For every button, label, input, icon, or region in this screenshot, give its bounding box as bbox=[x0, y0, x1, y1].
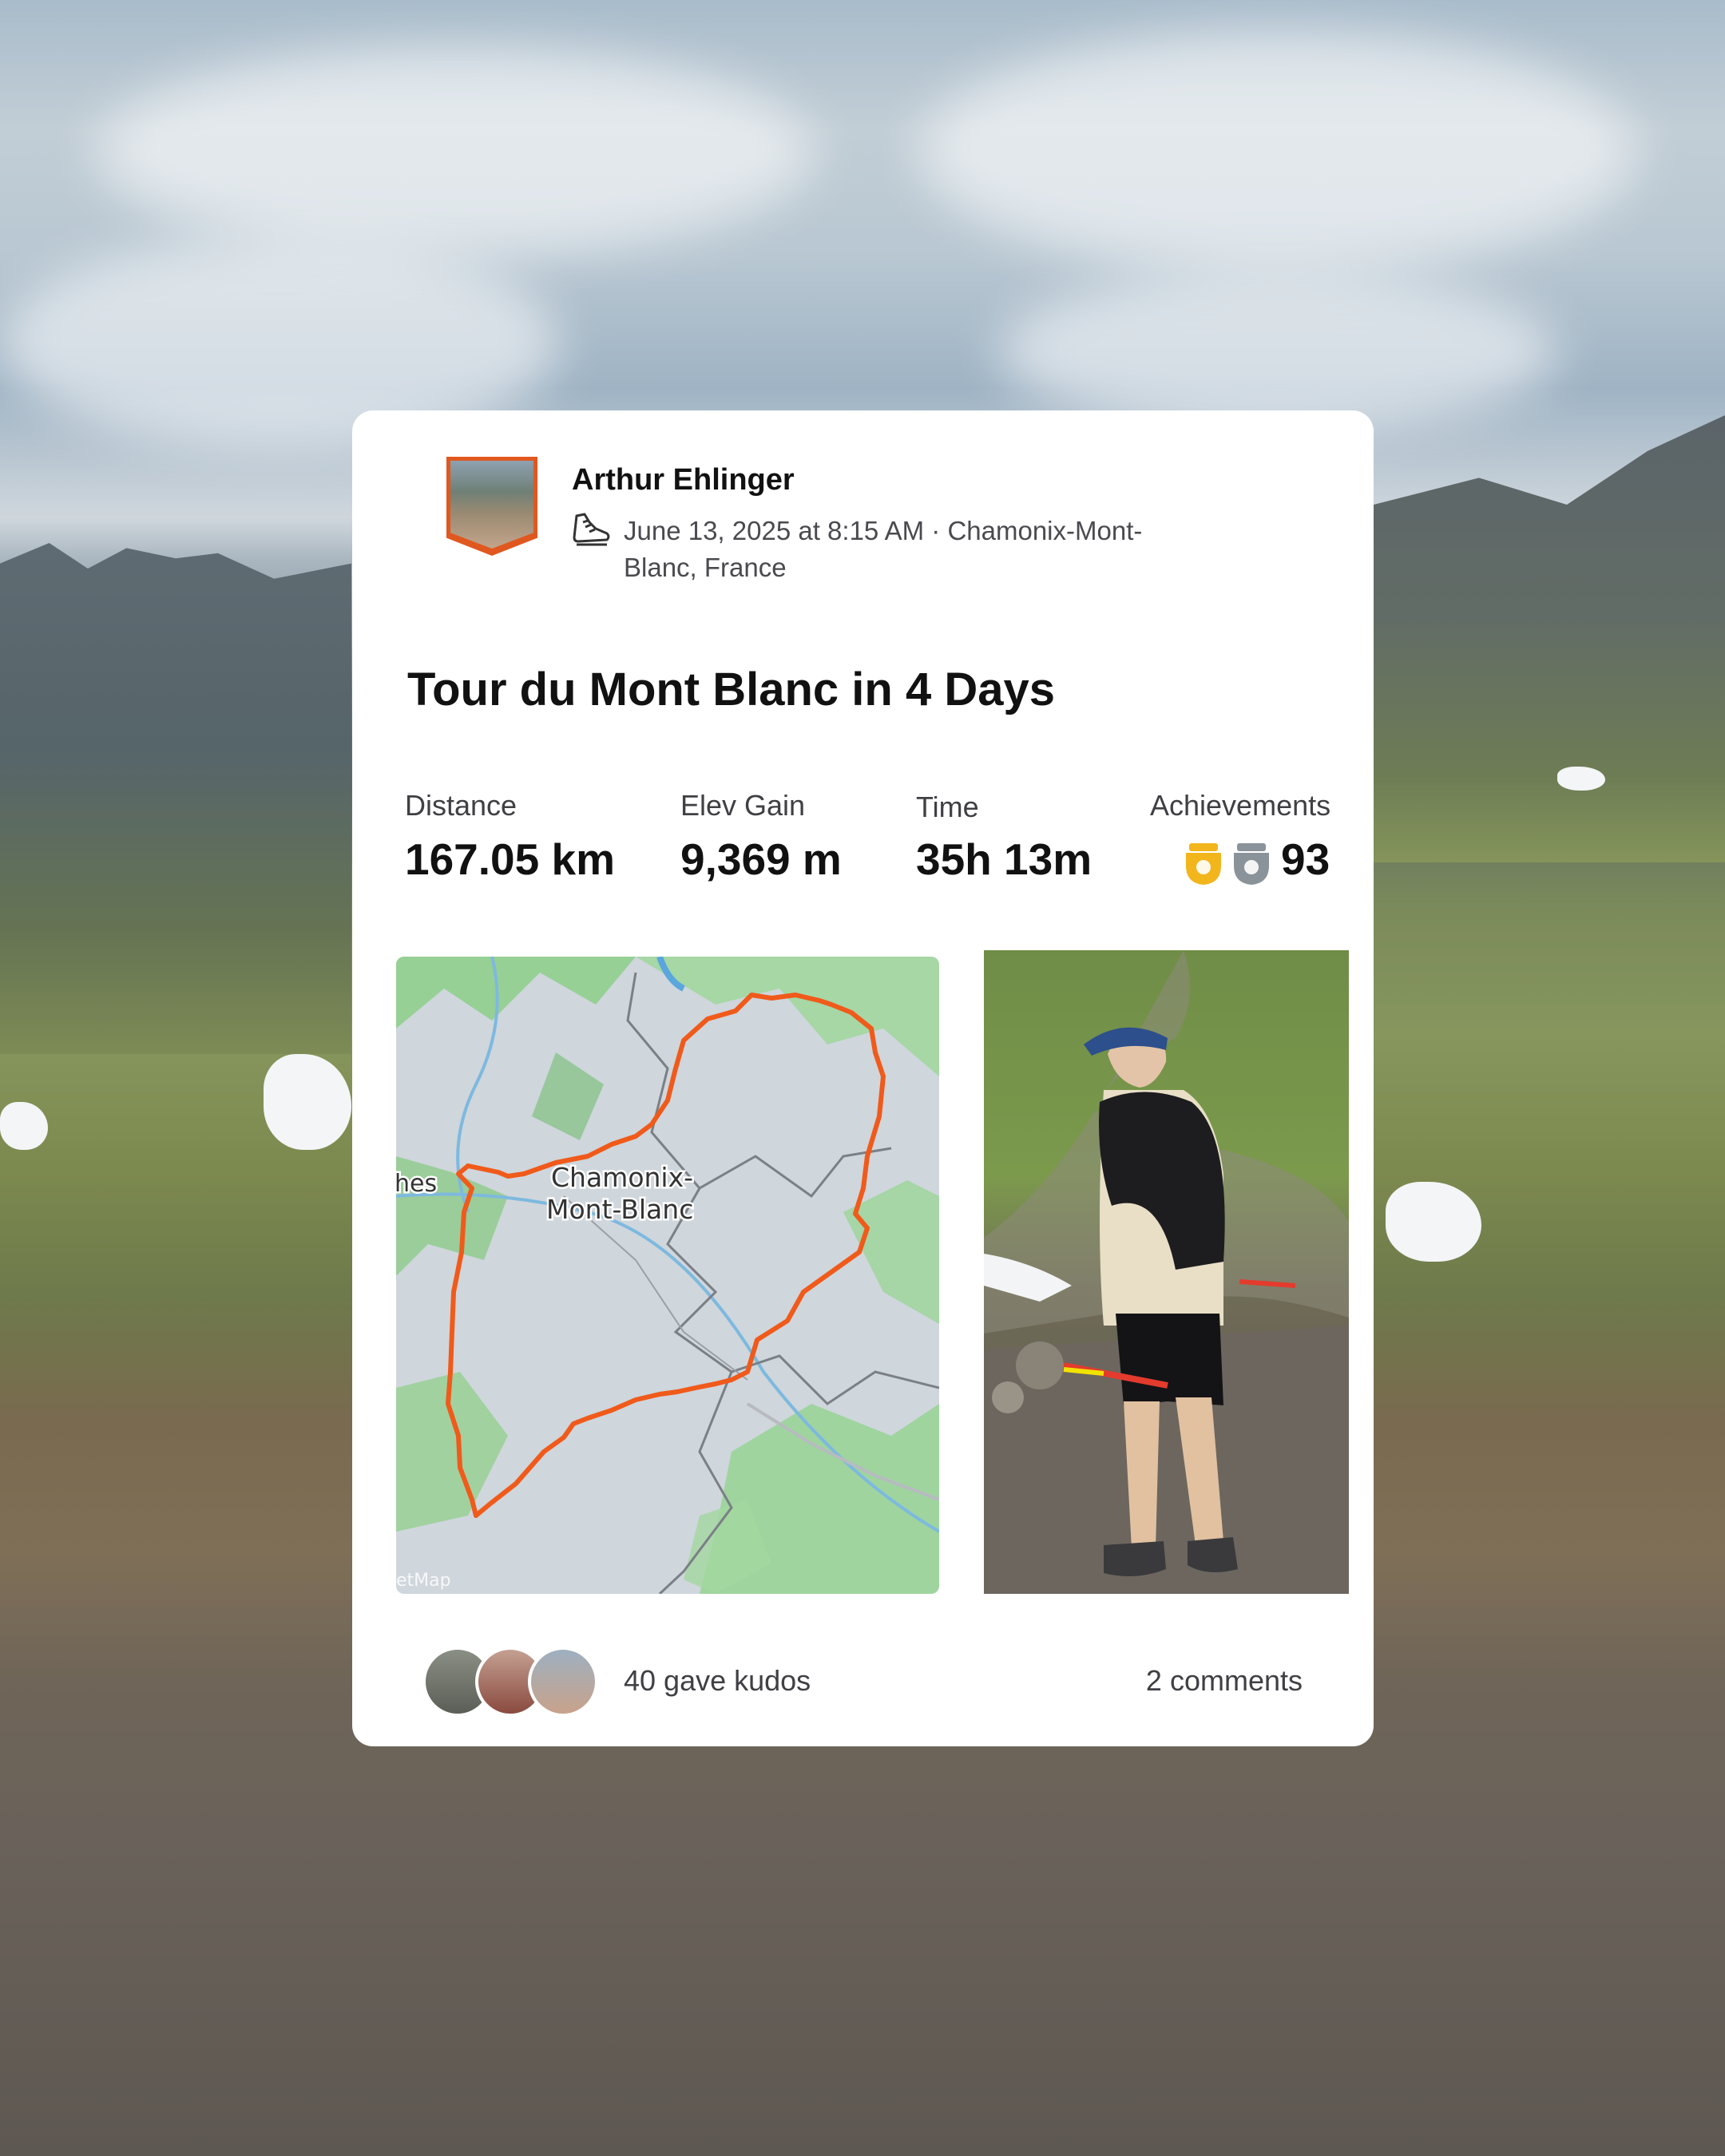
map-label-chamonix-2: Mont-Blanc bbox=[546, 1194, 693, 1225]
map-label-chamonix-1: Chamonix- bbox=[551, 1162, 693, 1193]
stat-elevation-value: 9,369 m bbox=[680, 834, 842, 884]
activity-card[interactable]: Arthur Ehlinger June 13, 2025 at 8:15 AM… bbox=[352, 410, 1374, 1746]
activity-title[interactable]: Tour du Mont Blanc in 4 Days bbox=[407, 663, 1055, 716]
achievements-label: Achievements bbox=[1150, 789, 1331, 822]
stat-elevation-label: Elev Gain bbox=[680, 789, 806, 822]
kudos-avatars[interactable] bbox=[422, 1647, 598, 1717]
achievements-count: 93 bbox=[1281, 834, 1330, 884]
map-label-left: hes bbox=[396, 1170, 437, 1198]
trail-shoe-icon bbox=[573, 513, 610, 546]
activity-date-location: June 13, 2025 at 8:15 AM · Chamonix-Mont… bbox=[624, 516, 1143, 582]
kudos-avatar[interactable] bbox=[528, 1647, 598, 1717]
map-attribution: etMap bbox=[396, 1571, 451, 1591]
stat-time-value: 35h 13m bbox=[916, 834, 1092, 884]
stat-time-label: Time bbox=[916, 791, 979, 823]
gold-trophy-icon bbox=[1186, 843, 1221, 885]
kudos-count[interactable]: 40 gave kudos bbox=[624, 1664, 811, 1698]
comments-count[interactable]: 2 comments bbox=[1146, 1664, 1303, 1698]
athlete-avatar[interactable] bbox=[446, 457, 537, 556]
activity-photo[interactable] bbox=[984, 950, 1349, 1594]
athlete-name[interactable]: Arthur Ehlinger bbox=[572, 463, 795, 497]
stat-distance-label: Distance bbox=[405, 789, 518, 822]
silver-trophy-icon bbox=[1234, 843, 1269, 885]
achievement-trophies bbox=[1186, 843, 1269, 885]
stat-distance-value: 167.05 km bbox=[405, 834, 615, 884]
route-map[interactable]: hes Chamonix- Mont-Blanc etMap bbox=[396, 957, 939, 1594]
